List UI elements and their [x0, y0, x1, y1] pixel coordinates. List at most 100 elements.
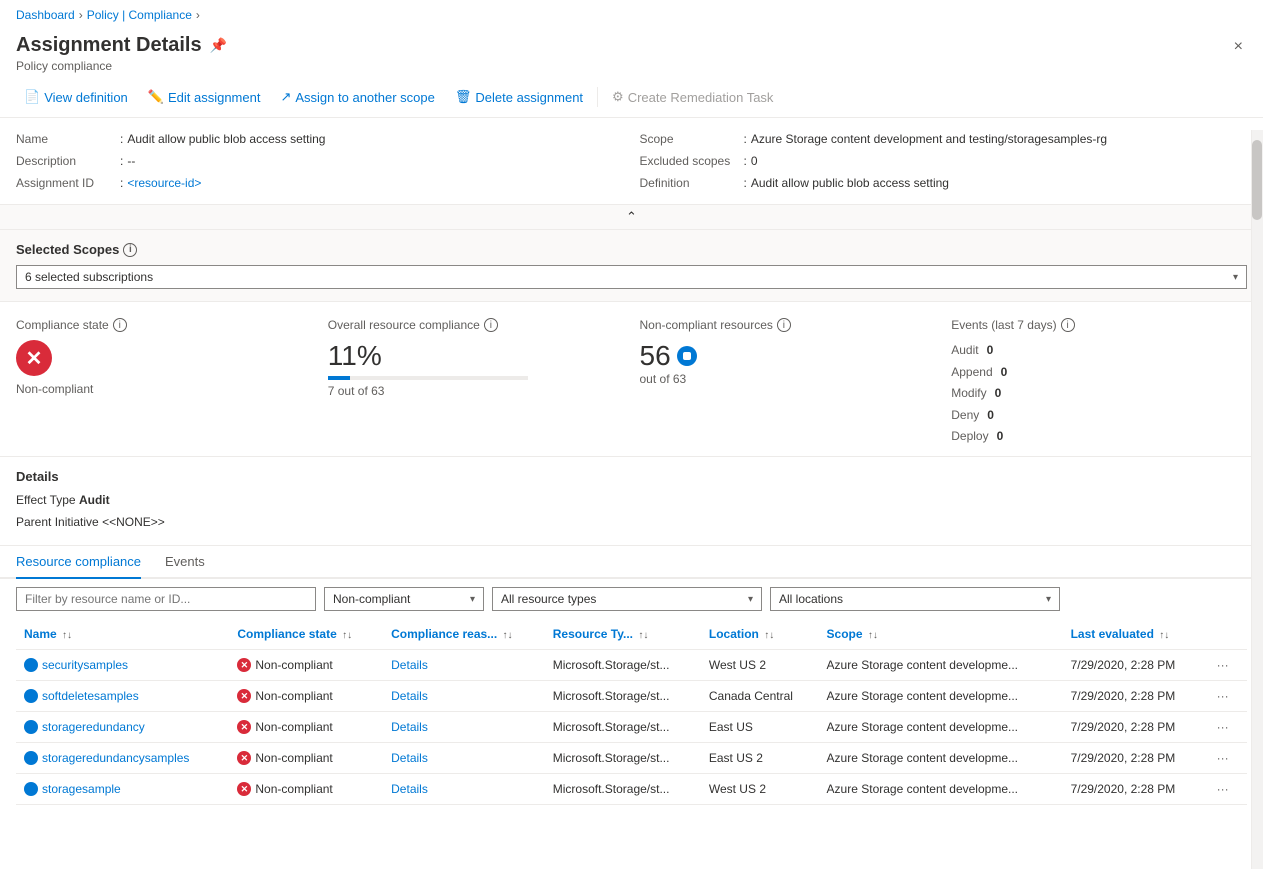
details-link-2[interactable]: Details — [391, 720, 428, 734]
toolbar-separator — [597, 87, 598, 107]
events-info-icon[interactable]: i — [1061, 318, 1075, 332]
detail-colon: : — [120, 176, 123, 190]
progress-bar-container — [328, 376, 624, 380]
cell-scope-4: Azure Storage content developme... — [819, 774, 1063, 805]
cell-location-3: East US 2 — [701, 743, 819, 774]
overall-percent: 11% — [328, 340, 624, 372]
cell-resource-type-1: Microsoft.Storage/st... — [545, 681, 701, 712]
nc-icon-1: ✕ — [237, 689, 251, 703]
cell-resource-type-4: Microsoft.Storage/st... — [545, 774, 701, 805]
col-resource-type[interactable]: Resource Ty... ↑↓ — [545, 619, 701, 650]
edit-assignment-button[interactable]: ✏️ Edit assignment — [140, 85, 269, 109]
cell-last-evaluated-2: 7/29/2020, 2:28 PM — [1063, 712, 1205, 743]
resource-type-filter-dropdown[interactable]: All resource types ▾ — [492, 587, 762, 611]
compliance-filter-dropdown[interactable]: Non-compliant ▾ — [324, 587, 484, 611]
details-section: Name : Audit allow public blob access se… — [0, 118, 1263, 205]
page-subtitle: Policy compliance — [16, 59, 227, 73]
collapse-bar[interactable]: ⌃ — [0, 205, 1263, 230]
vertical-scrollbar[interactable] — [1251, 130, 1263, 869]
resource-link-icon-4 — [24, 782, 38, 796]
view-definition-button[interactable]: 📄 View definition — [16, 85, 136, 109]
close-button[interactable]: × — [1230, 34, 1247, 60]
location-filter-dropdown[interactable]: All locations ▾ — [770, 587, 1060, 611]
cell-reason-3: Details — [383, 743, 545, 774]
more-options-button-3[interactable]: ··· — [1213, 749, 1233, 767]
cell-more-1: ··· — [1205, 681, 1247, 712]
location-chevron-icon: ▾ — [1046, 594, 1051, 605]
scrollbar-thumb[interactable] — [1252, 140, 1262, 220]
cell-scope-0: Azure Storage content developme... — [819, 650, 1063, 681]
tabs: Resource compliance Events — [0, 546, 1263, 579]
more-options-button-1[interactable]: ··· — [1213, 687, 1233, 705]
col-last-evaluated[interactable]: Last evaluated ↑↓ — [1063, 619, 1205, 650]
resource-name-link-1[interactable]: softdeletesamples — [24, 689, 221, 703]
events-list: Audit 0 Append 0 Modify 0 Deny 0 Deploy — [951, 340, 1247, 448]
details-link-1[interactable]: Details — [391, 689, 428, 703]
details-lower-title: Details — [16, 469, 1247, 484]
parent-initiative-value: <<NONE>> — [102, 515, 165, 529]
event-modify: Modify 0 — [951, 383, 1247, 405]
scope-dropdown[interactable]: 6 selected subscriptions ▾ — [16, 265, 1247, 289]
nc-icon-4: ✕ — [237, 782, 251, 796]
resource-link-icon-0 — [24, 658, 38, 672]
page-title: Assignment Details — [16, 34, 202, 57]
resource-table: Name ↑↓ Compliance state ↑↓ Compliance r… — [16, 619, 1247, 805]
delete-assignment-button[interactable]: 🗑 Delete assignment — [447, 85, 591, 109]
tab-resource-compliance[interactable]: Resource compliance — [16, 546, 141, 579]
search-input[interactable] — [16, 587, 316, 611]
cell-scope-2: Azure Storage content developme... — [819, 712, 1063, 743]
resource-type-chevron-icon: ▾ — [748, 594, 753, 605]
cell-more-0: ··· — [1205, 650, 1247, 681]
scopes-info-icon[interactable]: i — [123, 243, 137, 257]
resource-name-link-4[interactable]: storagesample — [24, 782, 221, 796]
more-options-button-4[interactable]: ··· — [1213, 780, 1233, 798]
view-icon: 📄 — [24, 89, 40, 105]
more-options-button-0[interactable]: ··· — [1213, 656, 1233, 674]
resource-name-link-2[interactable]: storageredundancy — [24, 720, 221, 734]
resource-table-container: Name ↑↓ Compliance state ↑↓ Compliance r… — [0, 619, 1263, 805]
col-location[interactable]: Location ↑↓ — [701, 619, 819, 650]
details-link-0[interactable]: Details — [391, 658, 428, 672]
cell-resource-type-3: Microsoft.Storage/st... — [545, 743, 701, 774]
cell-last-evaluated-1: 7/29/2020, 2:28 PM — [1063, 681, 1205, 712]
pin-icon[interactable]: 📌 — [210, 37, 227, 54]
chevron-down-icon: ▾ — [1233, 272, 1238, 283]
parent-initiative-label: Parent Initiative — [16, 515, 99, 529]
sort-icon-scope: ↑↓ — [868, 630, 878, 641]
more-options-button-2[interactable]: ··· — [1213, 718, 1233, 736]
cell-last-evaluated-0: 7/29/2020, 2:28 PM — [1063, 650, 1205, 681]
details-link-3[interactable]: Details — [391, 751, 428, 765]
non-compliant-info-icon[interactable]: i — [777, 318, 791, 332]
cell-location-4: West US 2 — [701, 774, 819, 805]
non-compliant-count: 56 — [640, 340, 671, 372]
cell-more-3: ··· — [1205, 743, 1247, 774]
breadcrumb: Dashboard › Policy | Compliance › — [0, 0, 1263, 30]
assign-icon: ↗ — [280, 89, 291, 105]
compliance-state-value: Non-compliant — [16, 382, 312, 396]
events-card: Events (last 7 days) i Audit 0 Append 0 … — [951, 318, 1247, 448]
overall-info-icon[interactable]: i — [484, 318, 498, 332]
remediation-icon: ⚙ — [612, 89, 624, 105]
resource-name-link-3[interactable]: storageredundancysamples — [24, 751, 221, 765]
detail-colon: : — [744, 132, 747, 146]
assign-scope-button[interactable]: ↗ Assign to another scope — [272, 85, 442, 109]
create-remediation-button[interactable]: ⚙ Create Remediation Task — [604, 85, 781, 109]
resource-name-link-0[interactable]: securitysamples — [24, 658, 221, 672]
details-link-4[interactable]: Details — [391, 782, 428, 796]
tab-events[interactable]: Events — [165, 546, 205, 579]
col-scope[interactable]: Scope ↑↓ — [819, 619, 1063, 650]
cell-reason-2: Details — [383, 712, 545, 743]
definition-row: Definition : Audit allow public blob acc… — [640, 174, 1248, 192]
filters: Non-compliant ▾ All resource types ▾ All… — [0, 579, 1263, 619]
sort-icon-location: ↑↓ — [764, 630, 774, 641]
breadcrumb-policy[interactable]: Policy | Compliance — [87, 8, 192, 22]
detail-colon: : — [744, 154, 747, 168]
sort-icon-resource-type: ↑↓ — [638, 630, 648, 641]
cell-location-2: East US — [701, 712, 819, 743]
panel-header: Assignment Details 📌 Policy compliance × — [0, 30, 1263, 81]
col-compliance-reason[interactable]: Compliance reas... ↑↓ — [383, 619, 545, 650]
breadcrumb-dashboard[interactable]: Dashboard — [16, 8, 75, 22]
col-compliance-state[interactable]: Compliance state ↑↓ — [229, 619, 383, 650]
compliance-state-info-icon[interactable]: i — [113, 318, 127, 332]
col-name[interactable]: Name ↑↓ — [16, 619, 229, 650]
